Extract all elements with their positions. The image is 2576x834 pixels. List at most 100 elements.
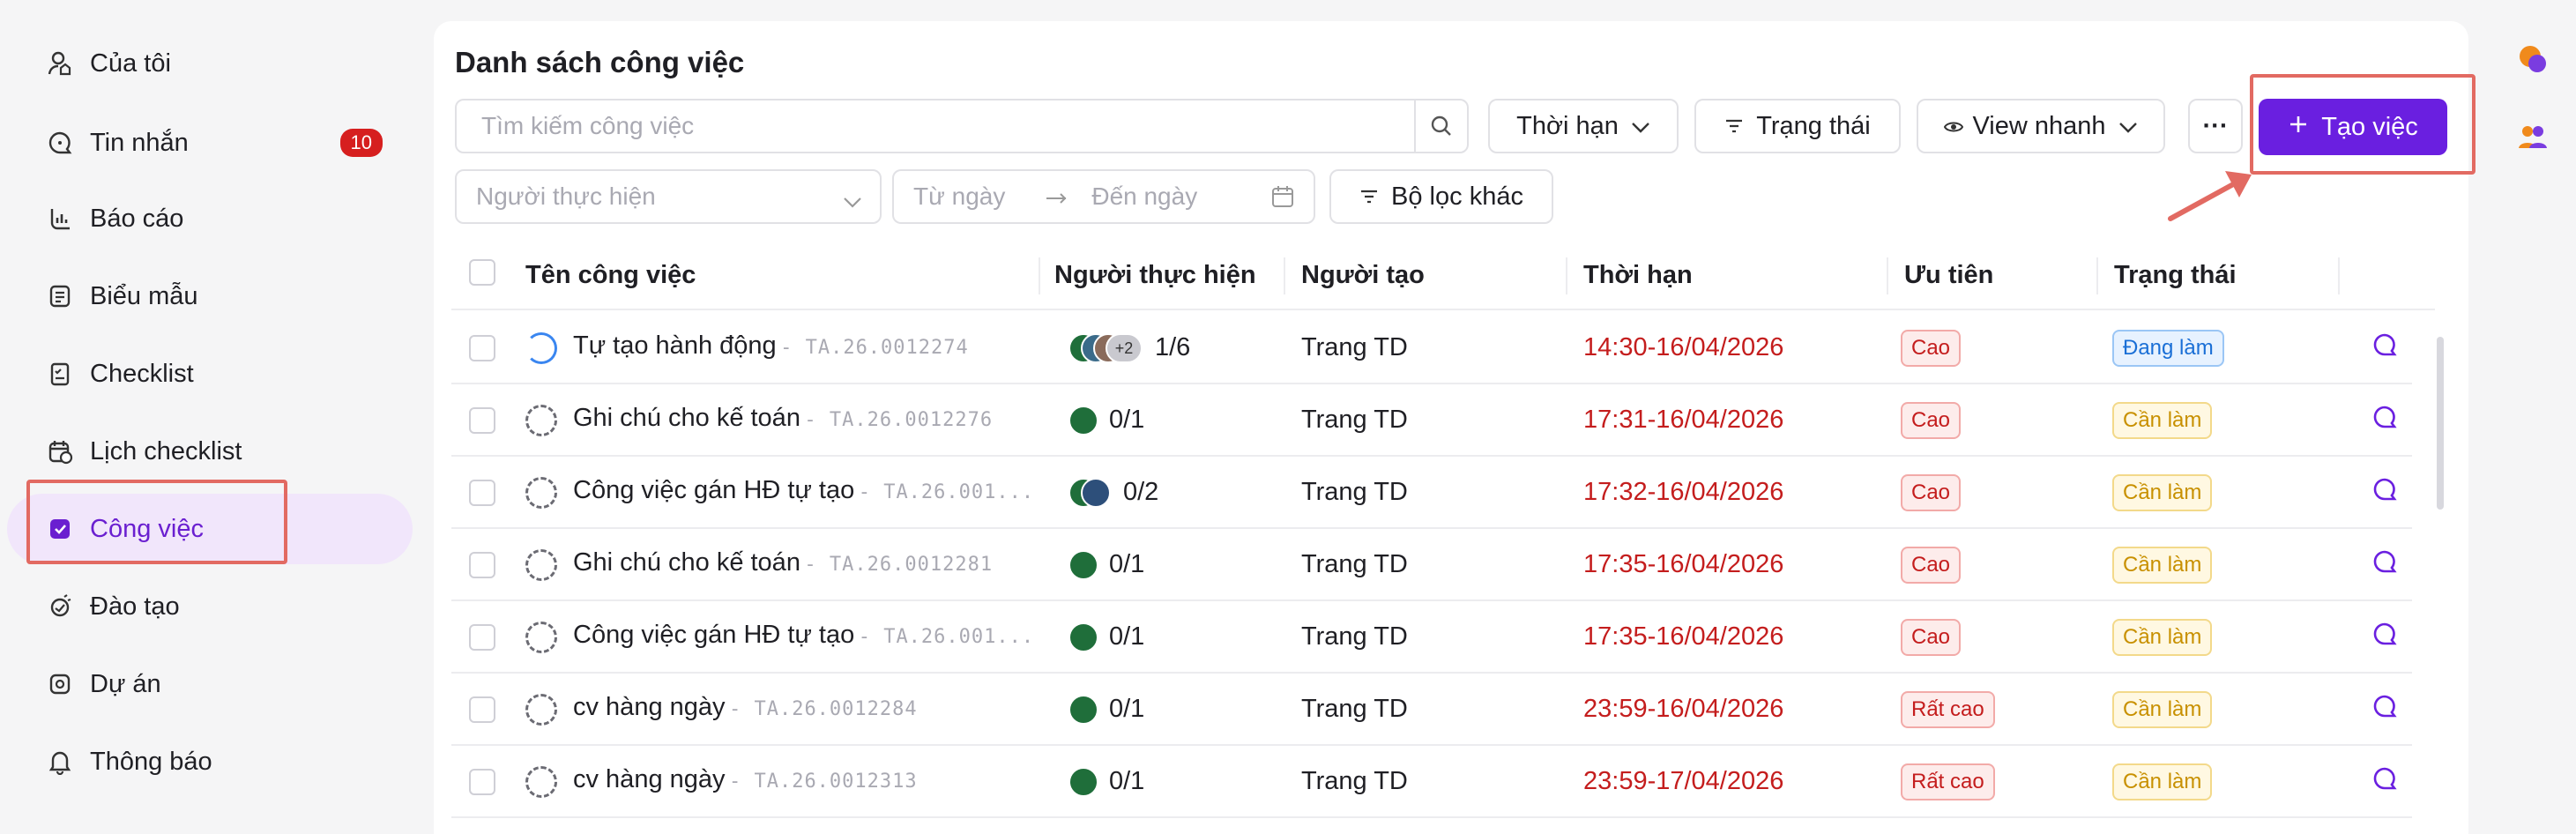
date-to-input[interactable]: Đến ngày (1091, 182, 1197, 211)
chat-bubble-icon[interactable] (2518, 44, 2548, 78)
deadline-filter-label: Thời hạn (1516, 111, 1619, 140)
comment-icon[interactable] (2371, 476, 2398, 507)
sidebar-item-lich-checklist[interactable]: Lịch checklist (26, 416, 406, 487)
sidebar-item-label: Checklist (90, 359, 194, 388)
table-row[interactable]: Công việc gán HĐ tự tạo - TA.26.001... 0/… (451, 601, 2412, 674)
sidebar-item-checklist[interactable]: Checklist (26, 339, 406, 409)
status-filter-button[interactable]: Trạng thái (1694, 99, 1901, 153)
task-name[interactable]: Ghi chú cho kế toán (573, 404, 800, 432)
task-name[interactable]: cv hàng ngày (573, 693, 726, 721)
sidebar-item-bao-cao[interactable]: Báo cáo (26, 183, 406, 254)
column-header-assignee[interactable]: Người thực hiện (1054, 261, 1256, 290)
status-badge[interactable]: Cần làm (2112, 619, 2213, 656)
search-icon[interactable] (1414, 101, 1467, 152)
comment-icon[interactable] (2371, 548, 2398, 579)
sidebar-item-bieu-mau[interactable]: Biểu mẫu (26, 261, 406, 331)
comment-icon[interactable] (2371, 765, 2398, 796)
sidebar: Của tôi Tin nhắn 10 Báo cáo Biểu mẫu Che… (0, 0, 414, 834)
task-name[interactable]: cv hàng ngày (573, 765, 726, 793)
table-row[interactable]: Tự tạo hành động - TA.26.0012274 +2 1/6 Tra… (451, 312, 2412, 384)
task-name[interactable]: Ghi chú cho kế toán (573, 548, 800, 577)
status-circle-icon[interactable] (525, 766, 557, 798)
sidebar-item-label: Lịch checklist (90, 436, 242, 465)
task-name[interactable]: Tự tạo hành động (573, 331, 777, 360)
other-filters-button[interactable]: Bộ lọc khác (1329, 169, 1553, 224)
row-checkbox[interactable] (469, 335, 495, 361)
assignee-select[interactable]: Người thực hiện (455, 169, 882, 224)
row-checkbox[interactable] (469, 407, 495, 434)
status-badge[interactable]: Cần làm (2112, 402, 2213, 439)
column-header-name[interactable]: Tên công việc (525, 261, 696, 290)
status-filter-label: Trạng thái (1756, 111, 1871, 140)
annotation-arrow (2168, 171, 2252, 221)
create-task-button[interactable]: Tạo việc (2259, 99, 2447, 155)
row-checkbox[interactable] (469, 624, 495, 651)
chevron-down-icon (843, 187, 862, 215)
search-input[interactable]: Tìm kiếm công việc (455, 99, 1469, 153)
creator-name: Trang TD (1301, 622, 1408, 651)
date-from-input[interactable]: Từ ngày (913, 182, 1005, 211)
row-checkbox[interactable] (469, 696, 495, 723)
comment-icon[interactable] (2371, 404, 2398, 435)
sidebar-item-cong-viec[interactable]: Công việc (7, 494, 413, 564)
task-code: - TA.26.0012313 (728, 771, 918, 793)
plus-icon (2288, 113, 2309, 142)
sidebar-item-thong-bao[interactable]: Thông báo (26, 726, 406, 797)
status-badge[interactable]: Cần làm (2112, 547, 2213, 584)
column-header-deadline[interactable]: Thời hạn (1583, 261, 1693, 290)
table-scrollbar-thumb[interactable] (2437, 337, 2444, 510)
table-row[interactable]: Ghi chú cho kế toán - TA.26.0012276 0/1 Tr… (451, 384, 2412, 457)
users-icon[interactable] (2518, 123, 2548, 154)
sidebar-item-du-an[interactable]: Dự án (26, 649, 406, 719)
filter-icon (1724, 112, 1744, 141)
create-task-label: Tạo việc (2321, 112, 2418, 141)
column-header-priority[interactable]: Ưu tiên (1904, 261, 1993, 290)
column-header-creator[interactable]: Người tạo (1301, 261, 1425, 290)
status-circle-icon[interactable] (525, 477, 557, 509)
sidebar-item-label: Biểu mẫu (90, 281, 198, 310)
quick-view-button[interactable]: View nhanh (1917, 99, 2165, 153)
comment-icon[interactable] (2371, 331, 2398, 362)
status-circle-icon[interactable] (525, 549, 557, 581)
table-row[interactable]: Công việc gán HĐ tự tạo - TA.26.001... 0/… (451, 457, 2412, 529)
creator-name: Trang TD (1301, 406, 1408, 434)
table-row[interactable]: cv hàng ngày - TA.26.0012313 0/1 Trang TD 2… (451, 746, 2412, 818)
table-row[interactable]: cv hàng ngày - TA.26.0012284 0/1 Trang TD 2… (451, 674, 2412, 746)
task-name[interactable]: Công việc gán HĐ tự tạo (573, 476, 854, 504)
status-badge[interactable]: Cần làm (2112, 763, 2213, 800)
task-code: - TA.26.0012274 (780, 337, 969, 359)
checklist-icon (42, 356, 78, 391)
row-checkbox[interactable] (469, 480, 495, 506)
status-circle-icon[interactable] (525, 694, 557, 726)
status-circle-icon[interactable] (525, 405, 557, 436)
status-badge[interactable]: Cần làm (2112, 691, 2213, 728)
assignee-progress: 0/1 (1109, 406, 1145, 434)
sidebar-item-label: Của tôi (90, 48, 171, 78)
date-range-picker[interactable]: Từ ngày Đến ngày (892, 169, 1315, 224)
sidebar-item-tin-nhan[interactable]: Tin nhắn 10 (26, 108, 406, 178)
status-badge[interactable]: Cần làm (2112, 474, 2213, 511)
sidebar-item-label: Dự án (90, 669, 161, 698)
sidebar-item-dao-tao[interactable]: Đào tạo (26, 571, 406, 642)
column-header-status[interactable]: Trạng thái (2114, 261, 2237, 290)
status-badge[interactable]: Đang làm (2112, 330, 2224, 367)
header-divider (451, 309, 2435, 310)
user-home-icon (42, 46, 78, 81)
row-checkbox[interactable] (469, 769, 495, 795)
status-circle-icon[interactable] (525, 332, 557, 364)
priority-badge: Rất cao (1901, 691, 1995, 728)
row-checkbox[interactable] (469, 552, 495, 578)
more-options-button[interactable]: ··· (2188, 99, 2243, 153)
task-code: - TA.26.0012281 (804, 554, 994, 576)
select-all-checkbox[interactable] (469, 259, 495, 286)
assignee-avatars[interactable]: +2 (1068, 333, 1157, 363)
comment-icon[interactable] (2371, 621, 2398, 652)
deadline-filter-button[interactable]: Thời hạn (1488, 99, 1679, 153)
task-name[interactable]: Công việc gán HĐ tự tạo (573, 621, 854, 649)
table-row[interactable]: Ghi chú cho kế toán - TA.26.0012281 0/1 Tr… (451, 529, 2412, 601)
assignee-progress: 0/1 (1109, 767, 1145, 795)
quick-view-label: View nhanh (1972, 111, 2106, 140)
sidebar-item-cua-toi[interactable]: Của tôi (26, 28, 406, 99)
comment-icon[interactable] (2371, 693, 2398, 724)
status-circle-icon[interactable] (525, 622, 557, 653)
